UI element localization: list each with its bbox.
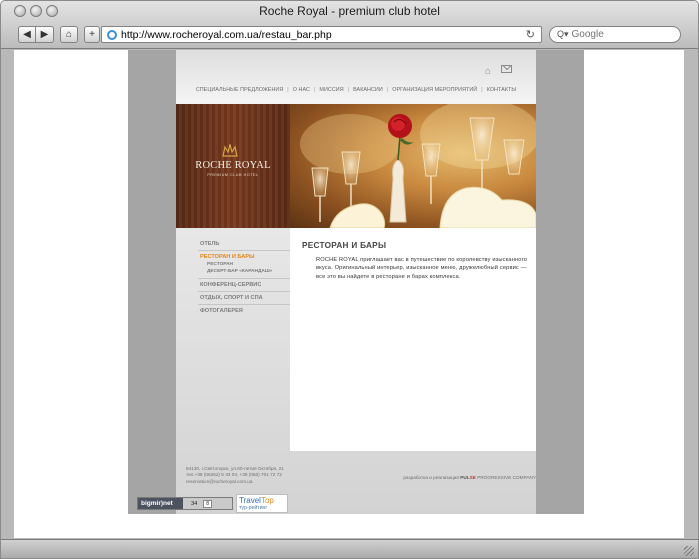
logo-panel[interactable]: ROCHE ROYAL PREMIUM CLUB HOTEL [176,104,290,228]
bigmir-counter[interactable]: bigmir)net 34 8 [137,497,233,510]
sidebar-subitem-restaurant[interactable]: РЕСТОРАН [198,261,290,268]
site-frame: ⌂ СПЕЦИАЛЬНЫЕ ПРЕДЛОЖЕНИЯ | О НАС | МИССИЯ | В… [128,50,584,514]
nav-separator: | [481,87,483,93]
nav-vacancies[interactable]: ВАКАНСИИ [353,87,383,93]
home-icon: ⌂ [65,29,73,40]
nav-contacts[interactable]: КОНТАКТЫ [487,87,516,93]
sidebar-item-hotel[interactable]: ОТЕЛЬ [198,238,290,251]
sidebar-subitem-dessert-bar[interactable]: ДЕСЕРТ-БАР «КАРАНДАШ» [198,268,290,275]
sidebar-item-restaurants[interactable]: РЕСТОРАН И БАРЫ [198,251,290,261]
developer-credit[interactable]: разработка и реализация PULSE PROGRESSIV… [403,475,536,480]
back-button[interactable]: ◀ [18,26,36,43]
page-viewport: ⌂ СПЕЦИАЛЬНЫЕ ПРЕДЛОЖЕНИЯ | О НАС | МИССИЯ | В… [14,50,684,538]
content-panel: РЕСТОРАН И БАРЫ ROCHE ROYAL приглашает в… [290,228,536,451]
nav-separator: | [287,87,289,93]
back-arrow-icon: ◀ [23,29,31,40]
developer-name-a: PUL [460,475,470,480]
nav-separator: | [313,87,316,93]
nav-separator: | [347,87,350,93]
traveltop-badge[interactable]: TravelTop тур-рейтинг [236,494,288,513]
sidebar-item-leisure[interactable]: ОТДЫХ, СПОРТ И СПА [198,292,290,305]
logo-tagline: PREMIUM CLUB HOTEL [207,173,259,177]
resize-grip-icon[interactable] [684,546,694,556]
sidebar-item-gallery[interactable]: ФОТОГАЛЕРЕЯ [198,305,290,317]
sidebar-item-conference[interactable]: КОНФЕРЕНЦ-СЕРВИС [198,279,290,292]
plus-icon: + [89,29,95,40]
browser-window: Roche Royal - premium club hotel ◀ ▶ ⌂ +… [0,0,699,559]
nav-mission[interactable]: МИССИЯ [319,87,343,93]
logo-name: ROCHE ROYAL [195,160,271,171]
page-title: РЕСТОРАН И БАРЫ [302,241,387,250]
footer-address: 84130, г.Святогорск, ул.60-летия Октября… [186,466,346,485]
restaurant-photo [290,104,536,228]
traveltop-subtitle: тур-рейтинг [239,505,268,511]
address-bar[interactable]: http://www.rocheroyal.com.ua/restau_bar.… [101,26,542,43]
site-home-icon[interactable]: ⌂ [485,66,491,77]
bigmir-box: 8 [203,499,213,508]
search-icon[interactable]: Q▾ [557,29,569,40]
url-text[interactable]: http://www.rocheroyal.com.ua/restau_bar.… [121,29,526,41]
bigmir-count: 34 [191,500,198,507]
site-favicon-icon [107,29,117,40]
developer-name-c: PROGRESSIVE COMPANY [477,475,536,480]
search-field[interactable]: Q▾ [549,26,681,43]
developer-prefix: разработка и реализация [403,475,459,480]
email-link[interactable]: reservation@rocheroyal.com.ua [186,479,346,485]
site-body: ⌂ СПЕЦИАЛЬНЫЕ ПРЕДЛОЖЕНИЯ | О НАС | МИССИЯ | В… [176,50,536,514]
page-description: ROCHE ROYAL приглашает вас в путешествие… [316,257,528,280]
status-bar [1,539,698,558]
home-button[interactable]: ⌂ [60,26,78,43]
nav-events[interactable]: ОРГАНИЗАЦИЯ МЕРОПРИЯТИЙ [392,87,477,93]
developer-name-b: SE [469,475,476,480]
nav-special-offers[interactable]: СПЕЦИАЛЬНЫЕ ПРЕДЛОЖЕНИЯ [196,87,283,93]
nav-about[interactable]: О НАС [293,87,310,93]
title-bar: Roche Royal - premium club hotel ◀ ▶ ⌂ +… [1,1,698,49]
add-bookmark-button[interactable]: + [84,26,100,43]
nav-separator: | [386,87,389,93]
bigmir-label: bigmir)net [141,500,173,507]
window-title: Roche Royal - premium club hotel [259,4,440,18]
mail-icon[interactable] [501,65,512,73]
top-navigation: СПЕЦИАЛЬНЫЕ ПРЕДЛОЖЕНИЯ | О НАС | МИССИЯ | ВАК… [176,87,536,93]
table-setting-image [300,104,536,228]
header-banner: ROCHE ROYAL PREMIUM CLUB HOTEL [176,104,536,228]
traveltop-logo: TravelTop [239,496,274,505]
crown-logo-icon [222,144,238,157]
forward-button[interactable]: ▶ [36,26,54,43]
sidebar-navigation: ОТЕЛЬ РЕСТОРАН И БАРЫ РЕСТОРАН ДЕСЕРТ-БА… [198,238,290,317]
reload-icon[interactable]: ↻ [526,28,535,41]
sidebar-group-restaurants: РЕСТОРАН И БАРЫ РЕСТОРАН ДЕСЕРТ-БАР «КАР… [198,251,290,279]
forward-arrow-icon: ▶ [40,29,49,40]
search-input[interactable] [571,29,672,40]
site-header: ⌂ СПЕЦИАЛЬНЫЕ ПРЕДЛОЖЕНИЯ | О НАС | МИССИЯ | В… [176,50,536,102]
